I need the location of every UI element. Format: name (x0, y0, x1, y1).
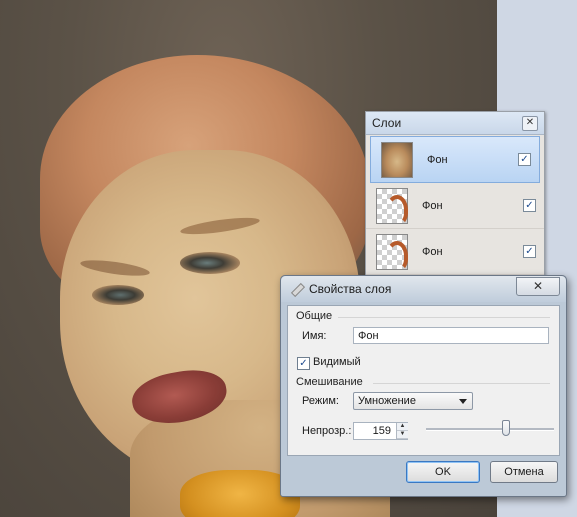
opacity-spinner[interactable]: ▲ ▼ (396, 423, 408, 439)
layers-panel-title[interactable]: Слои ✕ (366, 112, 544, 135)
blend-mode-value: Умножение (358, 395, 416, 407)
opacity-slider-handle[interactable] (502, 420, 510, 436)
layer-properties-dialog[interactable]: Свойства слоя ✕ Общие Имя: Фон ✓ Видимый… (280, 275, 567, 497)
blend-mode-select[interactable]: Умножение (353, 392, 473, 410)
opacity-label: Непрозр.: (302, 425, 352, 437)
name-label: Имя: (302, 330, 327, 342)
section-divider (338, 317, 550, 318)
visible-label: Видимый (313, 356, 361, 368)
photo-eye-left (92, 285, 144, 305)
dialog-body: Общие Имя: Фон ✓ Видимый Смешивание Режи… (287, 305, 560, 456)
layer-visibility-checkbox[interactable]: ✓ (523, 245, 536, 258)
section-divider (373, 383, 550, 384)
cancel-button[interactable]: Отмена (490, 461, 558, 483)
layer-thumbnail (376, 187, 408, 225)
layer-row[interactable]: Фон ✓ (370, 136, 540, 183)
layer-visibility-checkbox[interactable]: ✓ (518, 153, 531, 166)
layer-thumbnail (381, 141, 413, 178)
blend-section-heading: Смешивание (296, 376, 363, 388)
brush-icon (289, 282, 303, 296)
spin-down-icon[interactable]: ▼ (397, 431, 408, 439)
layers-title-text: Слои (372, 116, 402, 130)
layer-visibility-checkbox[interactable]: ✓ (523, 199, 536, 212)
layer-name: Фон (427, 153, 448, 166)
dialog-close-button[interactable]: ✕ (516, 277, 560, 296)
name-field[interactable]: Фон (353, 327, 549, 344)
ok-button[interactable]: OK (406, 461, 480, 483)
mode-label: Режим: (302, 395, 339, 407)
close-icon[interactable]: ✕ (522, 116, 538, 131)
photo-eye-right (180, 252, 240, 274)
layer-thumbnail (376, 233, 408, 271)
layer-row[interactable]: Фон ✓ (366, 229, 544, 275)
spin-up-icon[interactable]: ▲ (397, 423, 408, 431)
general-section-heading: Общие (296, 310, 333, 322)
chevron-down-icon (459, 399, 467, 404)
layer-name: Фон (422, 245, 443, 258)
opacity-slider-track[interactable] (426, 428, 554, 431)
layer-name: Фон (422, 199, 443, 212)
dialog-title: Свойства слоя (309, 282, 392, 296)
layer-row[interactable]: Фон ✓ (366, 183, 544, 229)
visible-checkbox[interactable]: ✓ (297, 357, 310, 370)
